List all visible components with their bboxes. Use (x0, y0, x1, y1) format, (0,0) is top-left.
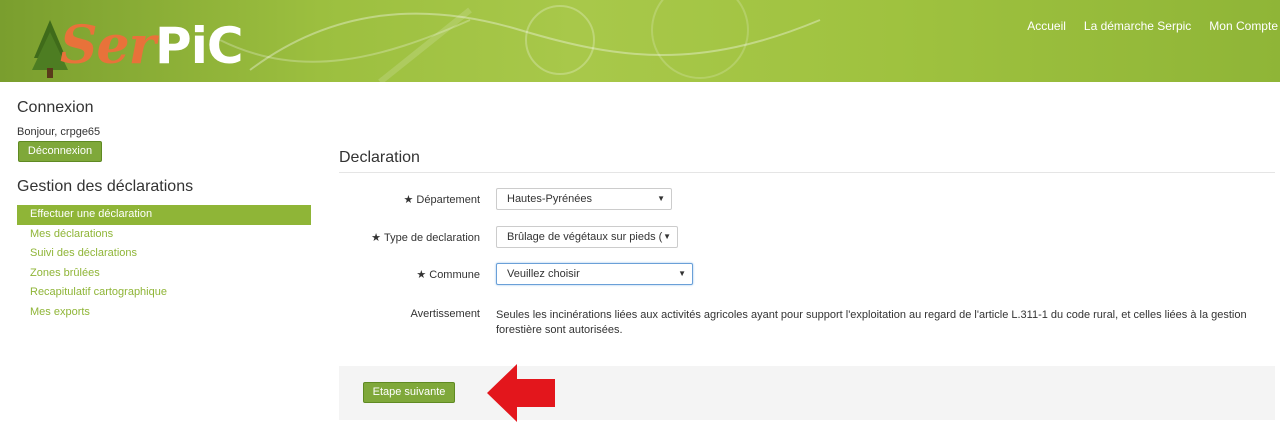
chevron-down-icon: ▼ (678, 269, 686, 278)
type-label-wrap: ★ Type de declaration (371, 231, 480, 244)
logo-ser: Ser (60, 15, 156, 76)
departement-select[interactable]: Hautes-Pyrénées ▼ (496, 188, 672, 210)
commune-select[interactable]: Veuillez choisir ▼ (496, 263, 693, 285)
nav-accueil[interactable]: Accueil (1027, 19, 1066, 33)
form-footer: Etape suivante (339, 366, 1275, 420)
serpic-logo[interactable]: SerPiC (30, 14, 260, 80)
sidebar-item-zones-brulees[interactable]: Zones brûlées (17, 264, 311, 284)
commune-label-wrap: ★ Commune (416, 268, 480, 281)
nav-demarche[interactable]: La démarche Serpic (1084, 19, 1191, 33)
connexion-title: Connexion (17, 99, 94, 116)
required-star-icon: ★ (416, 269, 427, 281)
next-step-button[interactable]: Etape suivante (363, 382, 455, 403)
greeting-text: Bonjour, crpge65 (17, 126, 101, 138)
type-label: Type de declaration (383, 232, 480, 244)
top-nav: Accueil La démarche Serpic Mon Compte (1027, 19, 1278, 33)
sidebar-item-mes-exports[interactable]: Mes exports (17, 303, 311, 323)
required-star-icon: ★ (371, 232, 381, 244)
header-banner: SerPiC Accueil La démarche Serpic Mon Co… (0, 0, 1280, 82)
departement-value: Hautes-Pyrénées (507, 193, 592, 205)
sidebar-item-effectuer-declaration[interactable]: Effectuer une déclaration (17, 205, 311, 225)
logo-pic: PiC (155, 17, 243, 75)
red-arrow-annotation (487, 364, 555, 422)
required-star-icon: ★ (403, 194, 414, 206)
chevron-down-icon: ▼ (663, 232, 671, 241)
warning-text: Seules les incinérations liées aux activ… (496, 309, 1247, 336)
departement-label: Département (416, 194, 480, 206)
type-value: Brûlage de végétaux sur pieds ( (507, 231, 663, 243)
logout-button[interactable]: Déconnexion (18, 141, 102, 162)
sidebar-item-suivi-declarations[interactable]: Suivi des déclarations (17, 244, 311, 264)
type-select[interactable]: Brûlage de végétaux sur pieds (▼ (496, 226, 678, 248)
gestion-title: Gestion des déclarations (17, 178, 194, 195)
sidebar-menu: Effectuer une déclaration Mes déclaratio… (17, 205, 311, 322)
commune-value: Veuillez choisir (507, 268, 580, 280)
sidebar-item-mes-declarations[interactable]: Mes déclarations (17, 225, 311, 245)
sidebar-item-recapitulatif[interactable]: Recapitulatif cartographique (17, 283, 311, 303)
warning-label: Avertissement (410, 308, 481, 320)
commune-label: Commune (429, 269, 480, 281)
departement-label-wrap: ★ Département (404, 193, 480, 206)
nav-mon-compte[interactable]: Mon Compte (1209, 19, 1278, 33)
title-divider (339, 172, 1275, 173)
page-title: Declaration (339, 149, 420, 166)
chevron-down-icon: ▼ (657, 194, 665, 203)
logo-text: SerPiC (60, 15, 244, 76)
